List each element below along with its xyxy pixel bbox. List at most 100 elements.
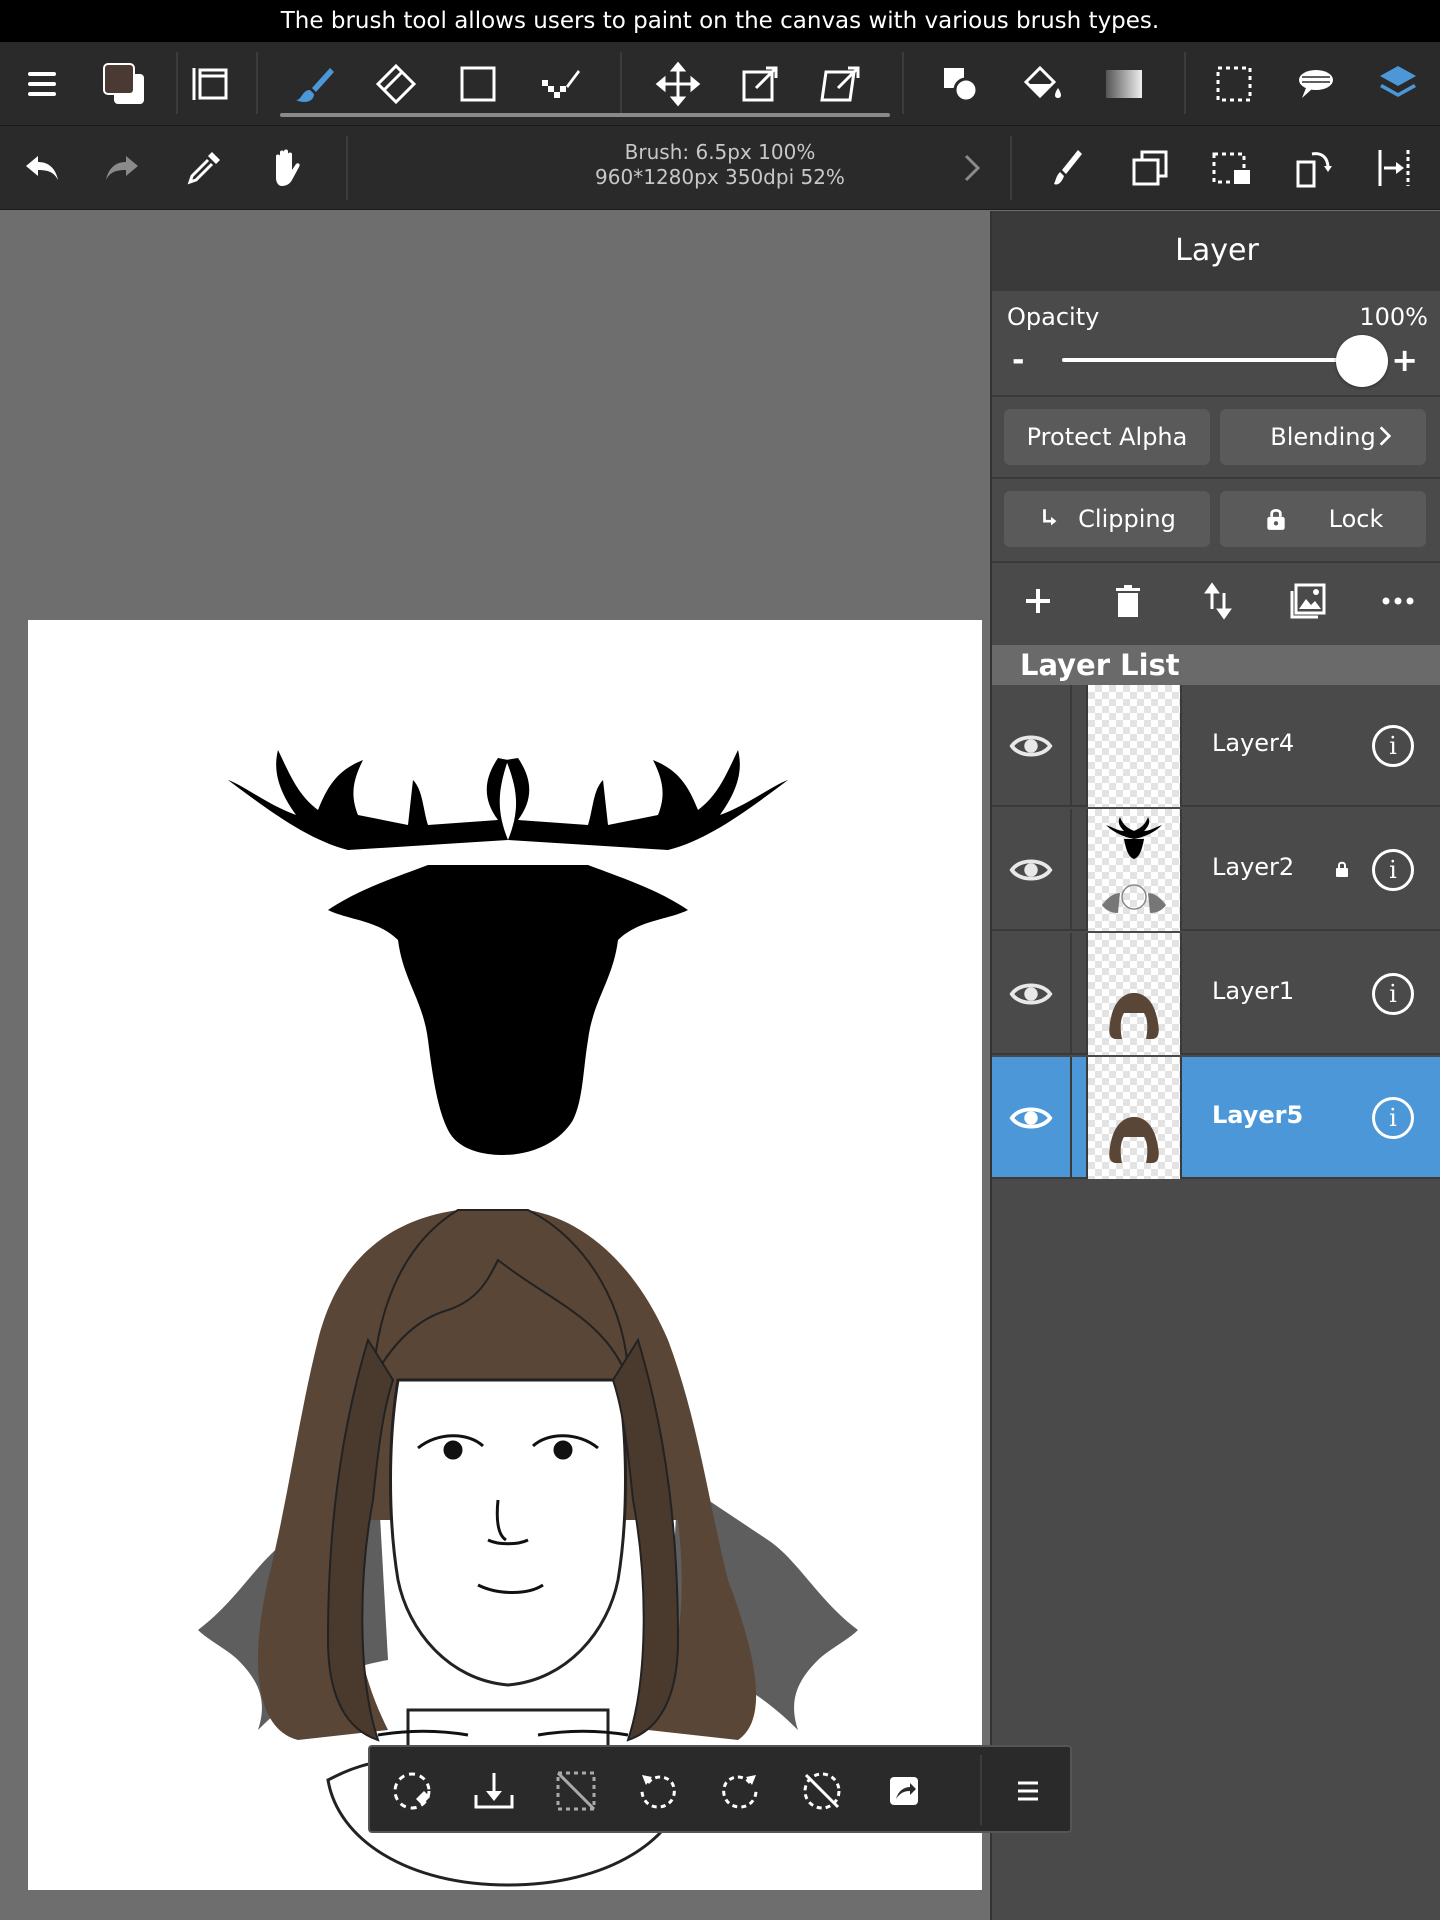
eye-icon	[1009, 735, 1053, 757]
drawing-canvas[interactable]	[28, 620, 982, 1890]
layer-name: Layer2	[1212, 853, 1295, 881]
delete-layer-button[interactable]	[1098, 571, 1158, 631]
selection-icon[interactable]	[1202, 52, 1266, 116]
layer-row[interactable]: Layer1 i	[992, 933, 1440, 1055]
layer-thumbnail	[1088, 933, 1180, 1055]
reset-transform-icon[interactable]	[380, 1759, 444, 1823]
layer-row-selected[interactable]: Layer5 i	[992, 1057, 1440, 1179]
brush-info: Brush: 6.5px 100% 960*1280px 350dpi 52%	[350, 140, 1090, 190]
undo-icon[interactable]	[10, 136, 74, 200]
layer-thumbnail	[1088, 809, 1180, 931]
add-layer-button[interactable]	[1008, 571, 1068, 631]
layer-name: Layer4	[1212, 729, 1295, 757]
menu-icon[interactable]	[10, 52, 74, 116]
separator	[256, 52, 258, 114]
free-transform-icon[interactable]	[810, 52, 874, 116]
artwork	[198, 750, 858, 1887]
duplicate-icon[interactable]	[1118, 136, 1182, 200]
chevron-right-icon	[1379, 426, 1392, 446]
layer-image-button[interactable]	[1278, 571, 1338, 631]
visibility-toggle[interactable]	[992, 685, 1072, 807]
rotate-canvas-icon[interactable]	[1282, 136, 1346, 200]
visibility-toggle[interactable]	[992, 809, 1072, 931]
brush-icon[interactable]	[282, 52, 346, 116]
visibility-toggle[interactable]	[992, 1057, 1072, 1179]
deer-head-silhouette	[228, 750, 788, 1155]
canvas-size-text: 960*1280px 350dpi 52%	[595, 165, 845, 189]
opacity-slider-track[interactable]	[1062, 358, 1362, 362]
blending-button[interactable]: Blending	[1220, 409, 1426, 465]
opacity-decrease-button[interactable]: -	[1012, 343, 1024, 378]
separator	[346, 136, 348, 200]
brush-size-text: Brush: 6.5px 100%	[624, 140, 816, 164]
flip-icon[interactable]	[1364, 136, 1428, 200]
eraser-icon[interactable]	[364, 52, 428, 116]
layer-list-title: Layer List	[992, 645, 1440, 685]
lock-icon	[1336, 861, 1348, 877]
shape-fill-icon[interactable]	[928, 52, 992, 116]
visibility-toggle[interactable]	[992, 933, 1072, 1055]
lock-icon	[1266, 508, 1285, 530]
separator	[902, 52, 904, 114]
eye-icon	[1009, 983, 1053, 1005]
layer-panel: Layer Opacity 100% - + Protect Alpha Ble…	[990, 211, 1440, 1920]
rotate-right-icon[interactable]	[708, 1759, 772, 1823]
no-rotate-icon[interactable]	[790, 1759, 854, 1823]
up-down-arrow-icon	[1204, 582, 1232, 620]
separator	[1180, 1057, 1182, 1179]
layer-info-button[interactable]: i	[1372, 849, 1414, 891]
deselect-icon[interactable]	[544, 1759, 608, 1823]
layer-thumbnail	[1088, 685, 1180, 807]
hand-icon[interactable]	[254, 136, 318, 200]
layer-name: Layer1	[1212, 977, 1295, 1005]
plus-icon	[1026, 589, 1050, 613]
layer-info-button[interactable]: i	[1372, 725, 1414, 767]
eyedropper-icon[interactable]	[172, 136, 236, 200]
layer-info-button[interactable]: i	[1372, 973, 1414, 1015]
color-swatch[interactable]	[92, 52, 156, 116]
separator	[980, 1755, 982, 1825]
divider	[992, 395, 1440, 397]
share-icon[interactable]	[872, 1759, 936, 1823]
more-options-button[interactable]	[1368, 571, 1428, 631]
trash-icon	[1116, 585, 1140, 617]
gradient-icon[interactable]	[1092, 52, 1156, 116]
canvas-frame-icon[interactable]	[178, 52, 242, 116]
app-root: The brush tool allows users to paint on …	[0, 0, 1440, 1920]
select-layer-icon[interactable]	[1200, 136, 1264, 200]
more-icon	[1382, 597, 1414, 605]
opacity-slider-knob[interactable]	[1336, 335, 1388, 387]
protect-alpha-label: Protect Alpha	[1026, 423, 1188, 451]
divider	[992, 561, 1440, 563]
protect-alpha-button[interactable]: Protect Alpha	[1004, 409, 1210, 465]
separator	[1184, 52, 1186, 114]
opacity-value: 100%	[1359, 303, 1428, 331]
transform-icon[interactable]	[728, 52, 792, 116]
rectangle-select-icon[interactable]	[446, 52, 510, 116]
redo-icon[interactable]	[90, 136, 154, 200]
move-icon[interactable]	[646, 52, 710, 116]
rotate-left-icon[interactable]	[626, 1759, 690, 1823]
separator	[1180, 809, 1182, 931]
move-layer-button[interactable]	[1188, 571, 1248, 631]
layer-info-button[interactable]: i	[1372, 1097, 1414, 1139]
opacity-label: Opacity	[1007, 303, 1100, 331]
layer-name: Layer5	[1212, 1101, 1304, 1129]
eye-icon	[1009, 859, 1053, 881]
layers-icon[interactable]	[1366, 52, 1430, 116]
bucket-icon[interactable]	[1010, 52, 1074, 116]
lasso-icon[interactable]	[1284, 52, 1348, 116]
menu-icon[interactable]	[996, 1759, 1060, 1823]
opacity-increase-button[interactable]: +	[1391, 341, 1418, 379]
canvas-area[interactable]	[0, 211, 990, 1920]
import-icon[interactable]	[462, 1759, 526, 1823]
lock-button[interactable]: Lock	[1220, 491, 1426, 547]
clipping-button[interactable]: Clipping	[1004, 491, 1210, 547]
layer-row[interactable]: Layer2 i	[992, 809, 1440, 931]
blending-label: Blending	[1270, 423, 1376, 451]
separator	[620, 52, 622, 114]
tool-group-indicator	[280, 113, 890, 117]
dot-tool-icon[interactable]	[528, 52, 592, 116]
floating-toolbar	[368, 1745, 1072, 1833]
layer-row[interactable]: Layer4 i	[992, 685, 1440, 807]
